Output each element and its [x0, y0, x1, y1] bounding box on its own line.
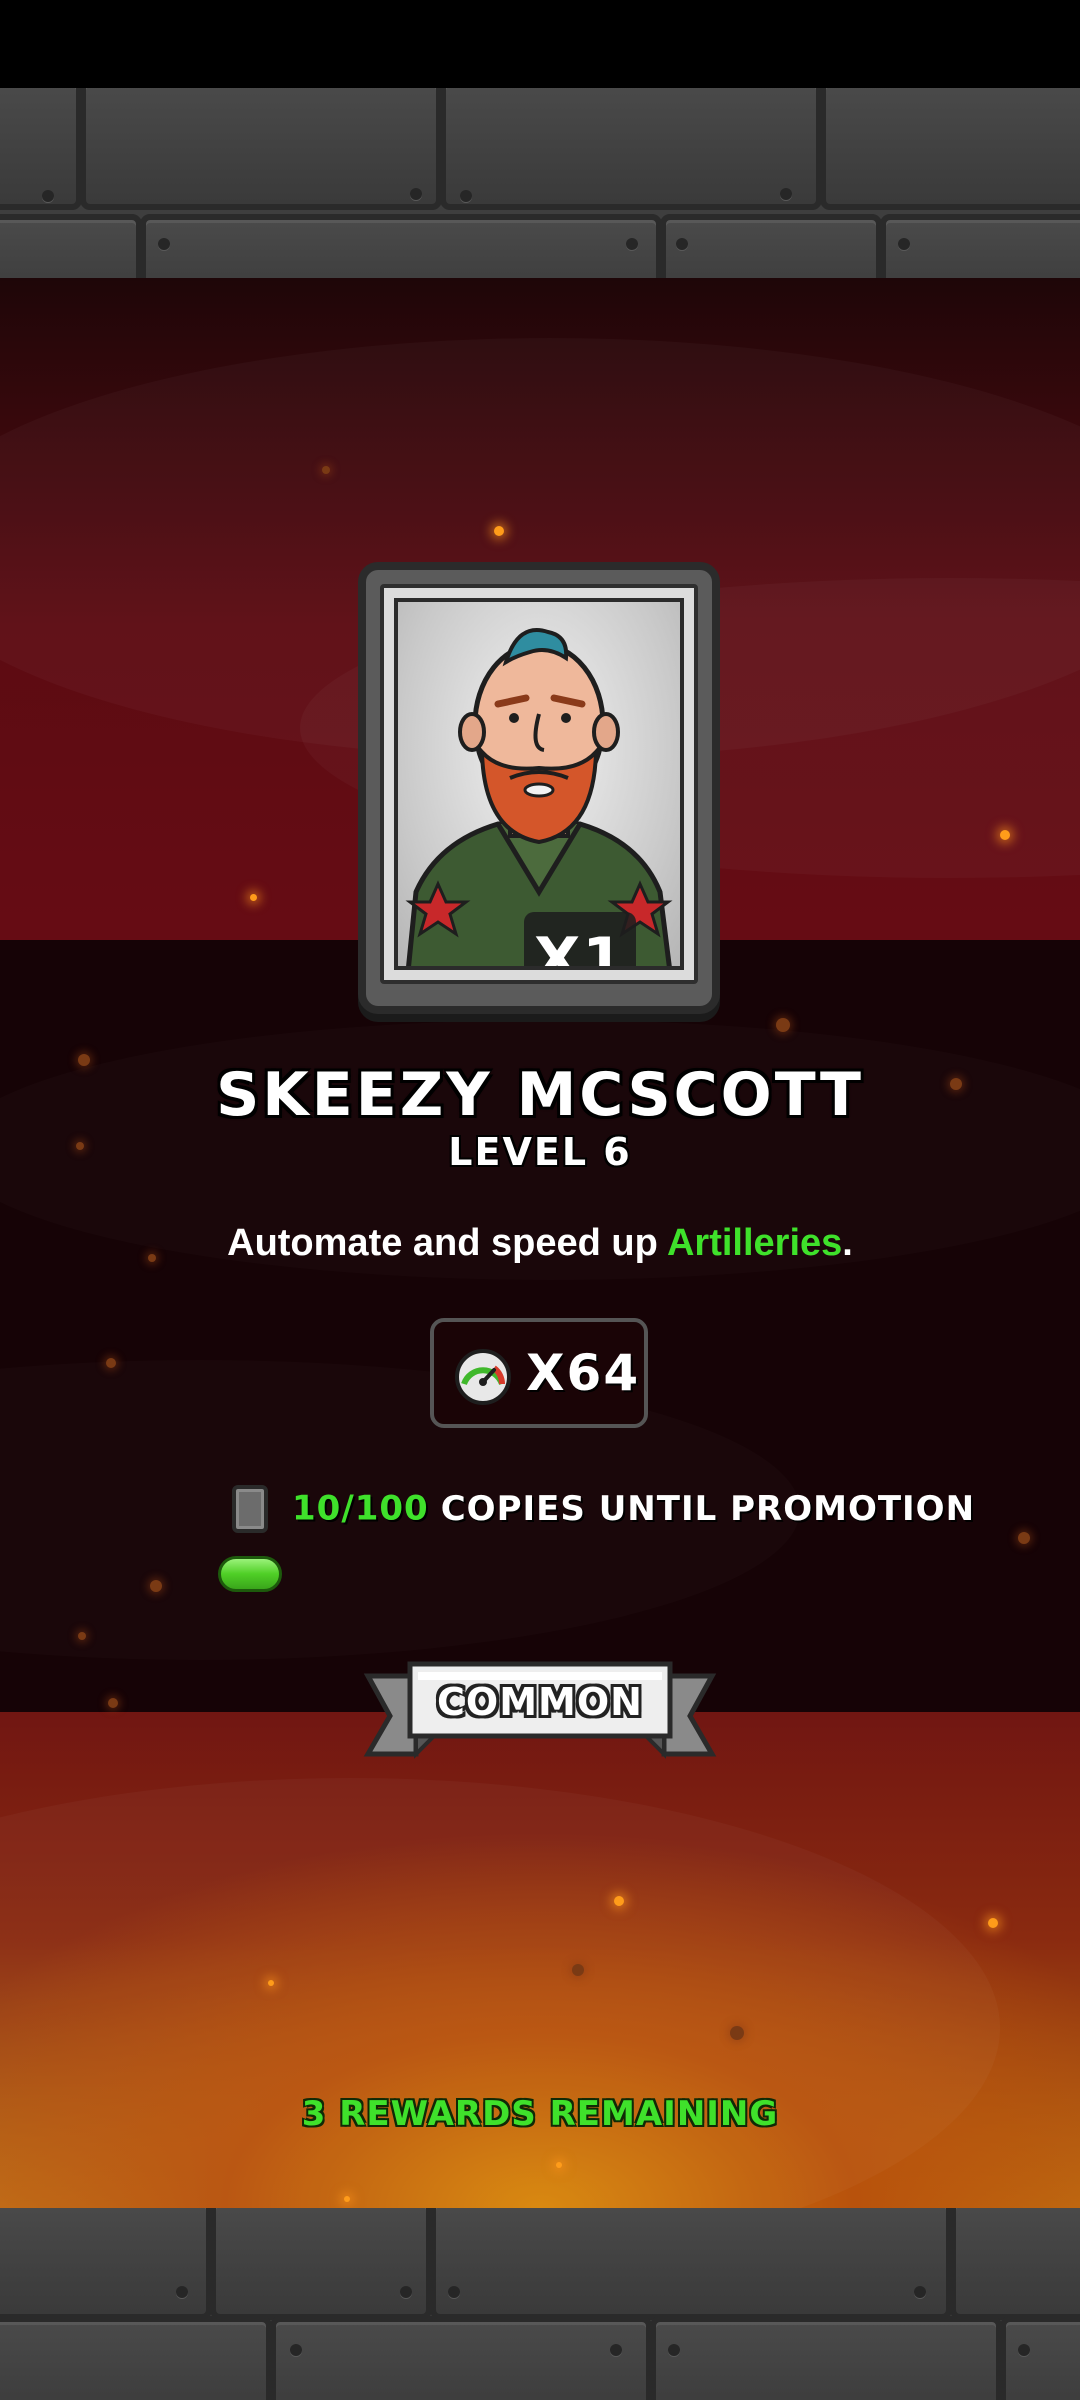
status-bar	[0, 0, 1080, 88]
rarity-label: COMMON	[437, 1680, 643, 1724]
speed-boost-box: X64	[430, 1318, 648, 1428]
hero-card: X1	[358, 562, 720, 1014]
promotion-count: 10/100	[292, 1488, 429, 1529]
description-highlight: Artilleries	[666, 1222, 843, 1264]
hero-card-inner: X1	[380, 584, 698, 984]
promotion-text: COPIES UNTIL PROMOTION	[440, 1488, 976, 1529]
promotion-progress-fill	[218, 1556, 283, 1592]
description-suffix: .	[842, 1222, 853, 1264]
reward-screen: X1 SKEEZY MCSCOTT LEVEL 6 Automate and s…	[0, 0, 1080, 2400]
promotion-row: 10/100 COPIES UNTIL PROMOTION	[232, 1480, 975, 1536]
hero-level: LEVEL 6	[448, 1130, 632, 1174]
metal-top-border	[0, 88, 1080, 278]
hero-name: SKEEZY MCSCOTT	[216, 1060, 864, 1130]
hero-description: Automate and speed up Artilleries.	[0, 1222, 1080, 1265]
card-icon	[232, 1484, 268, 1533]
description-prefix: Automate and speed up	[227, 1222, 667, 1264]
copies-badge: X1	[524, 912, 636, 966]
promotion-progress-bar	[218, 1556, 862, 1592]
rarity-banner: COMMON	[362, 1650, 718, 1770]
speedometer-icon	[455, 1349, 511, 1405]
hero-portrait: X1	[394, 598, 684, 970]
speed-boost-value: X64	[526, 1344, 641, 1402]
metal-bottom-border	[0, 2208, 1080, 2400]
rewards-remaining-text: 3 REWARDS REMAINING	[301, 2094, 779, 2134]
